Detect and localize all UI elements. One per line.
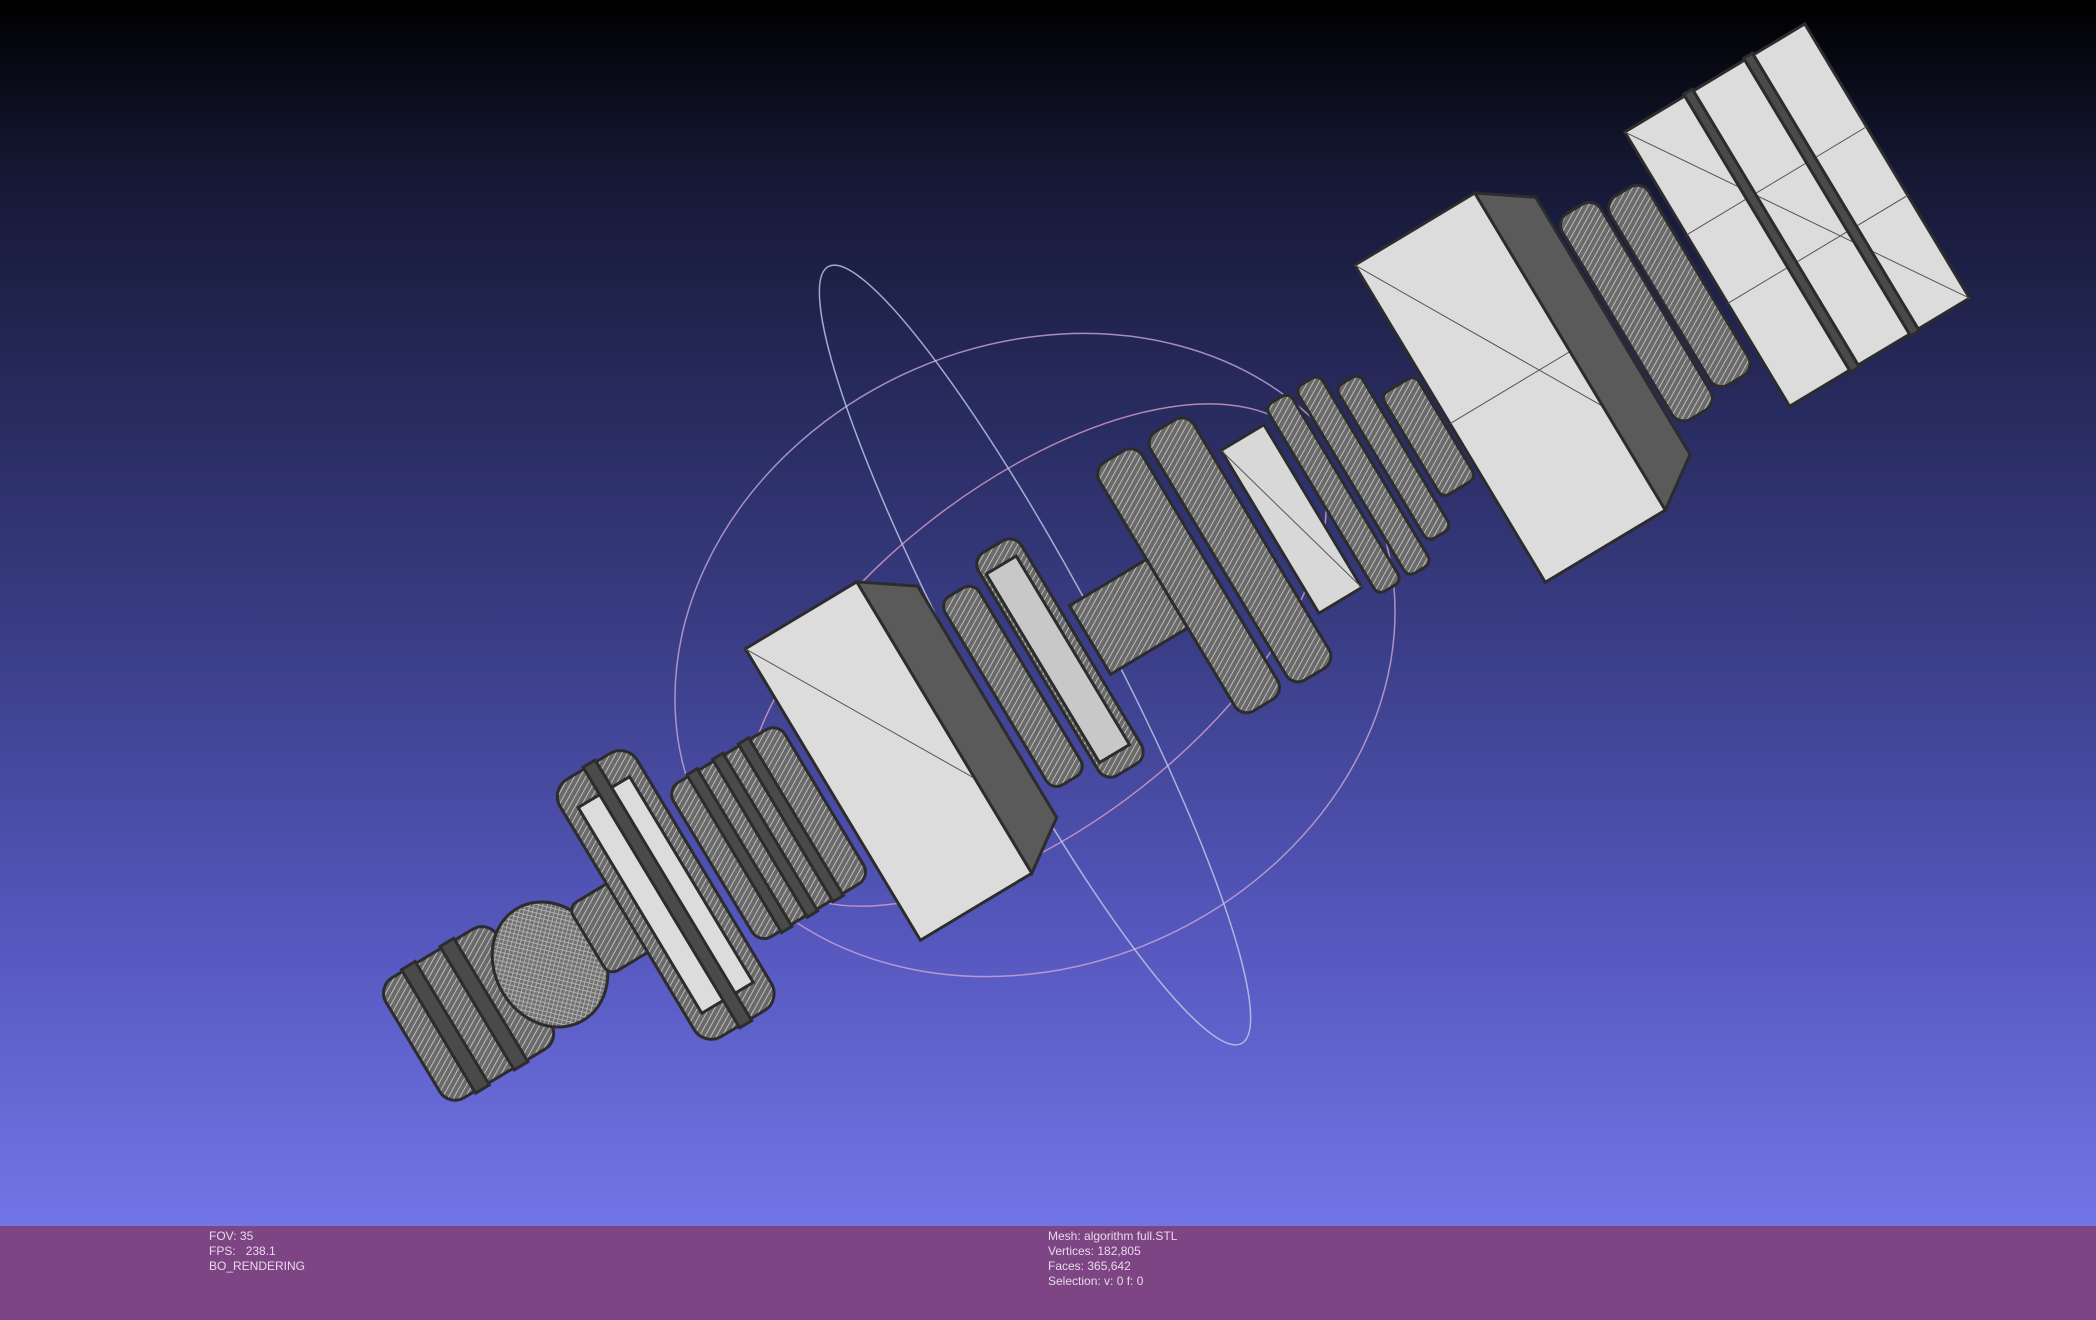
- view-info: FOV: 35 FPS: 238.1 BO_RENDERING: [209, 1229, 305, 1274]
- mesh-info: Mesh: algorithm full.STL Vertices: 182,8…: [1048, 1229, 1177, 1289]
- fps-value: 238.1: [245, 1244, 276, 1258]
- vertices-row: Vertices: 182,805: [1048, 1244, 1177, 1259]
- fps-row: FPS: 238.1: [209, 1244, 305, 1259]
- vertices-label: Vertices:: [1048, 1244, 1095, 1258]
- fov-label: FOV:: [209, 1229, 237, 1243]
- fov-value: 35: [239, 1229, 254, 1243]
- mesh-model[interactable]: [318, 2, 1983, 1205]
- info-bar: FOV: 35 FPS: 238.1 BO_RENDERING Mesh: al…: [0, 1226, 2096, 1320]
- fps-label: FPS:: [209, 1244, 236, 1258]
- selection-row: Selection: v: 0 f: 0: [1048, 1274, 1177, 1289]
- render-mode: BO_RENDERING: [209, 1259, 306, 1273]
- selection-value: v: 0 f: 0: [1104, 1274, 1144, 1288]
- selection-label: Selection:: [1048, 1274, 1101, 1288]
- fov-row: FOV: 35: [209, 1229, 305, 1244]
- vertices-value: 182,805: [1097, 1244, 1141, 1258]
- faces-row: Faces: 365,642: [1048, 1259, 1177, 1274]
- mesh-label: Mesh:: [1048, 1229, 1081, 1243]
- faces-value: 365,642: [1087, 1259, 1131, 1273]
- 3d-viewport[interactable]: [0, 0, 2096, 1226]
- scene-canvas[interactable]: [0, 0, 2096, 1226]
- mesh-row: Mesh: algorithm full.STL: [1048, 1229, 1177, 1244]
- faces-label: Faces:: [1048, 1259, 1085, 1273]
- mesh-value: algorithm full.STL: [1084, 1229, 1178, 1243]
